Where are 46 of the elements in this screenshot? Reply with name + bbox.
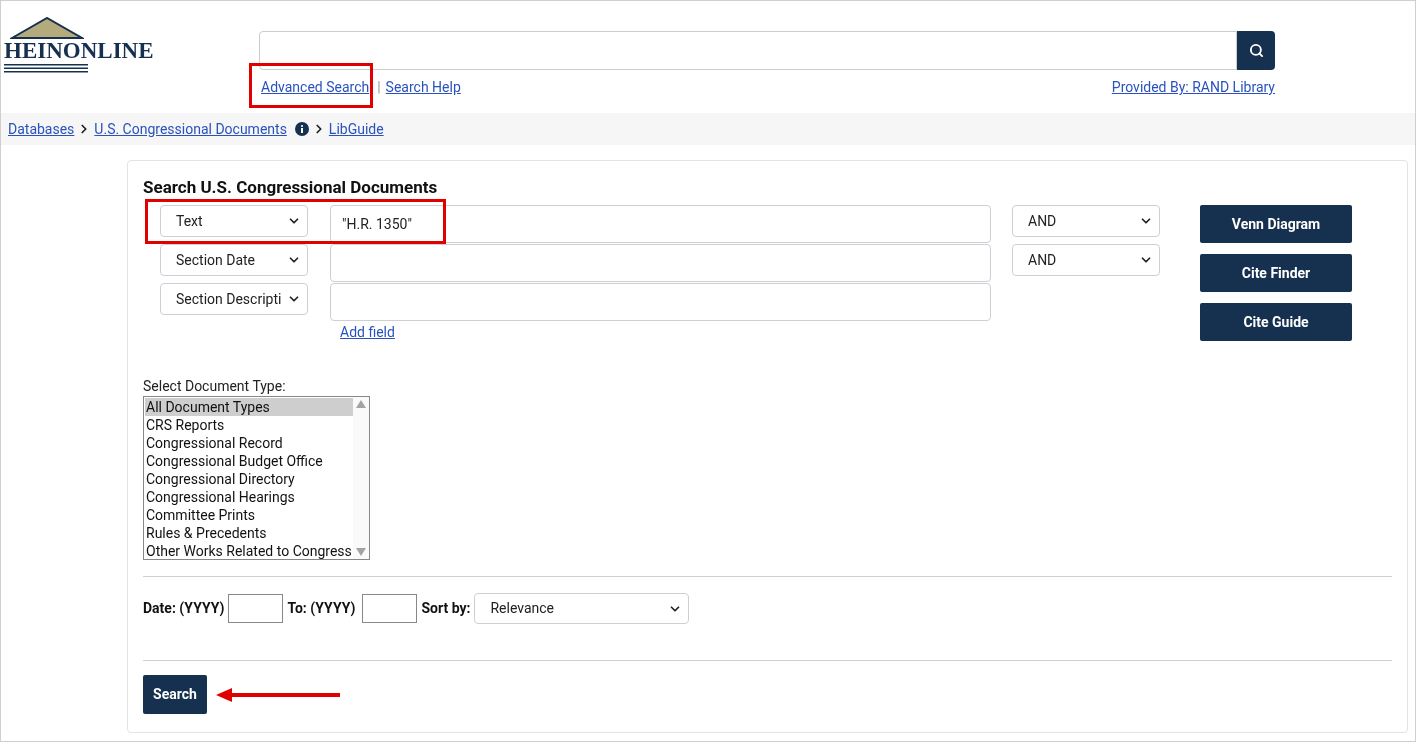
search-submit-button[interactable]: Search [143,675,207,714]
list-option[interactable]: Rules & Precedents [145,524,353,542]
header-link[interactable]: Search Help [383,79,463,95]
operator-dropdown[interactable]: AND [1012,205,1160,237]
search-term-field[interactable]: "H.R. 1350" [330,205,991,243]
date-label: Date: (YYYY) [143,599,225,618]
scroll-up-icon [356,400,366,408]
list-option[interactable]: Congressional Budget Office [145,452,353,470]
list-option[interactable]: Congressional Record [145,434,353,452]
date-from-field[interactable] [228,594,284,623]
breadcrumb-link[interactable]: Databases [8,118,75,140]
list-option[interactable]: CRS Reports [145,416,353,434]
field-dropdown[interactable]: Section Descripti [160,283,308,315]
sort-dropdown[interactable]: Relevance [474,593,690,624]
breadcrumb-link[interactable]: U.S. Congressional Documents [94,118,287,140]
field-dropdown[interactable]: Text [160,205,308,237]
sort-label: Sort by: [421,599,471,618]
breadcrumb-link[interactable]: LibGuide [328,118,384,140]
document-type-label: Select Document Type: [143,378,287,394]
action-button[interactable]: Venn Diagram [1200,205,1352,243]
action-button[interactable]: Cite Guide [1200,303,1352,341]
operator-dropdown[interactable]: AND [1012,244,1160,276]
link-separator: | [377,78,381,97]
columns-base-icon [4,64,88,73]
action-button[interactable]: Cite Finder [1200,254,1352,292]
header-link[interactable]: Advanced Search [259,79,372,95]
search-term-field[interactable] [330,283,991,321]
document-type-list[interactable]: All Document Types CRS Reports Congressional Record Congressional Budget Office Congressional Directory Congressional Hearings Committee Prints Rules & Precedents Other Works Related to Congress [143,396,370,560]
date-to-label: To: (YYYY) [287,599,356,618]
roof-icon [10,17,84,39]
list-option[interactable]: Committee Prints [145,506,353,524]
search-button[interactable] [1237,31,1275,70]
list-option[interactable]: Congressional Hearings [145,488,353,506]
list-option[interactable]: Other Works Related to Congress [145,542,353,560]
provided-by-link[interactable]: Provided By: RAND Library [1111,77,1275,98]
logo-text: HEINONLINE [4,39,154,62]
date-to-field[interactable] [362,594,418,623]
field-dropdown[interactable]: Section Date [160,244,308,276]
form-title: Search U.S. Congressional Documents [143,177,439,197]
scroll-down-icon [356,548,366,556]
add-field-link[interactable]: Add field [340,322,395,343]
search-field[interactable] [259,31,1237,70]
list-option[interactable]: All Document Types [145,398,353,416]
search-term-field[interactable] [330,244,991,282]
search-icon [1248,43,1264,58]
list-option[interactable]: Congressional Directory [145,470,353,488]
